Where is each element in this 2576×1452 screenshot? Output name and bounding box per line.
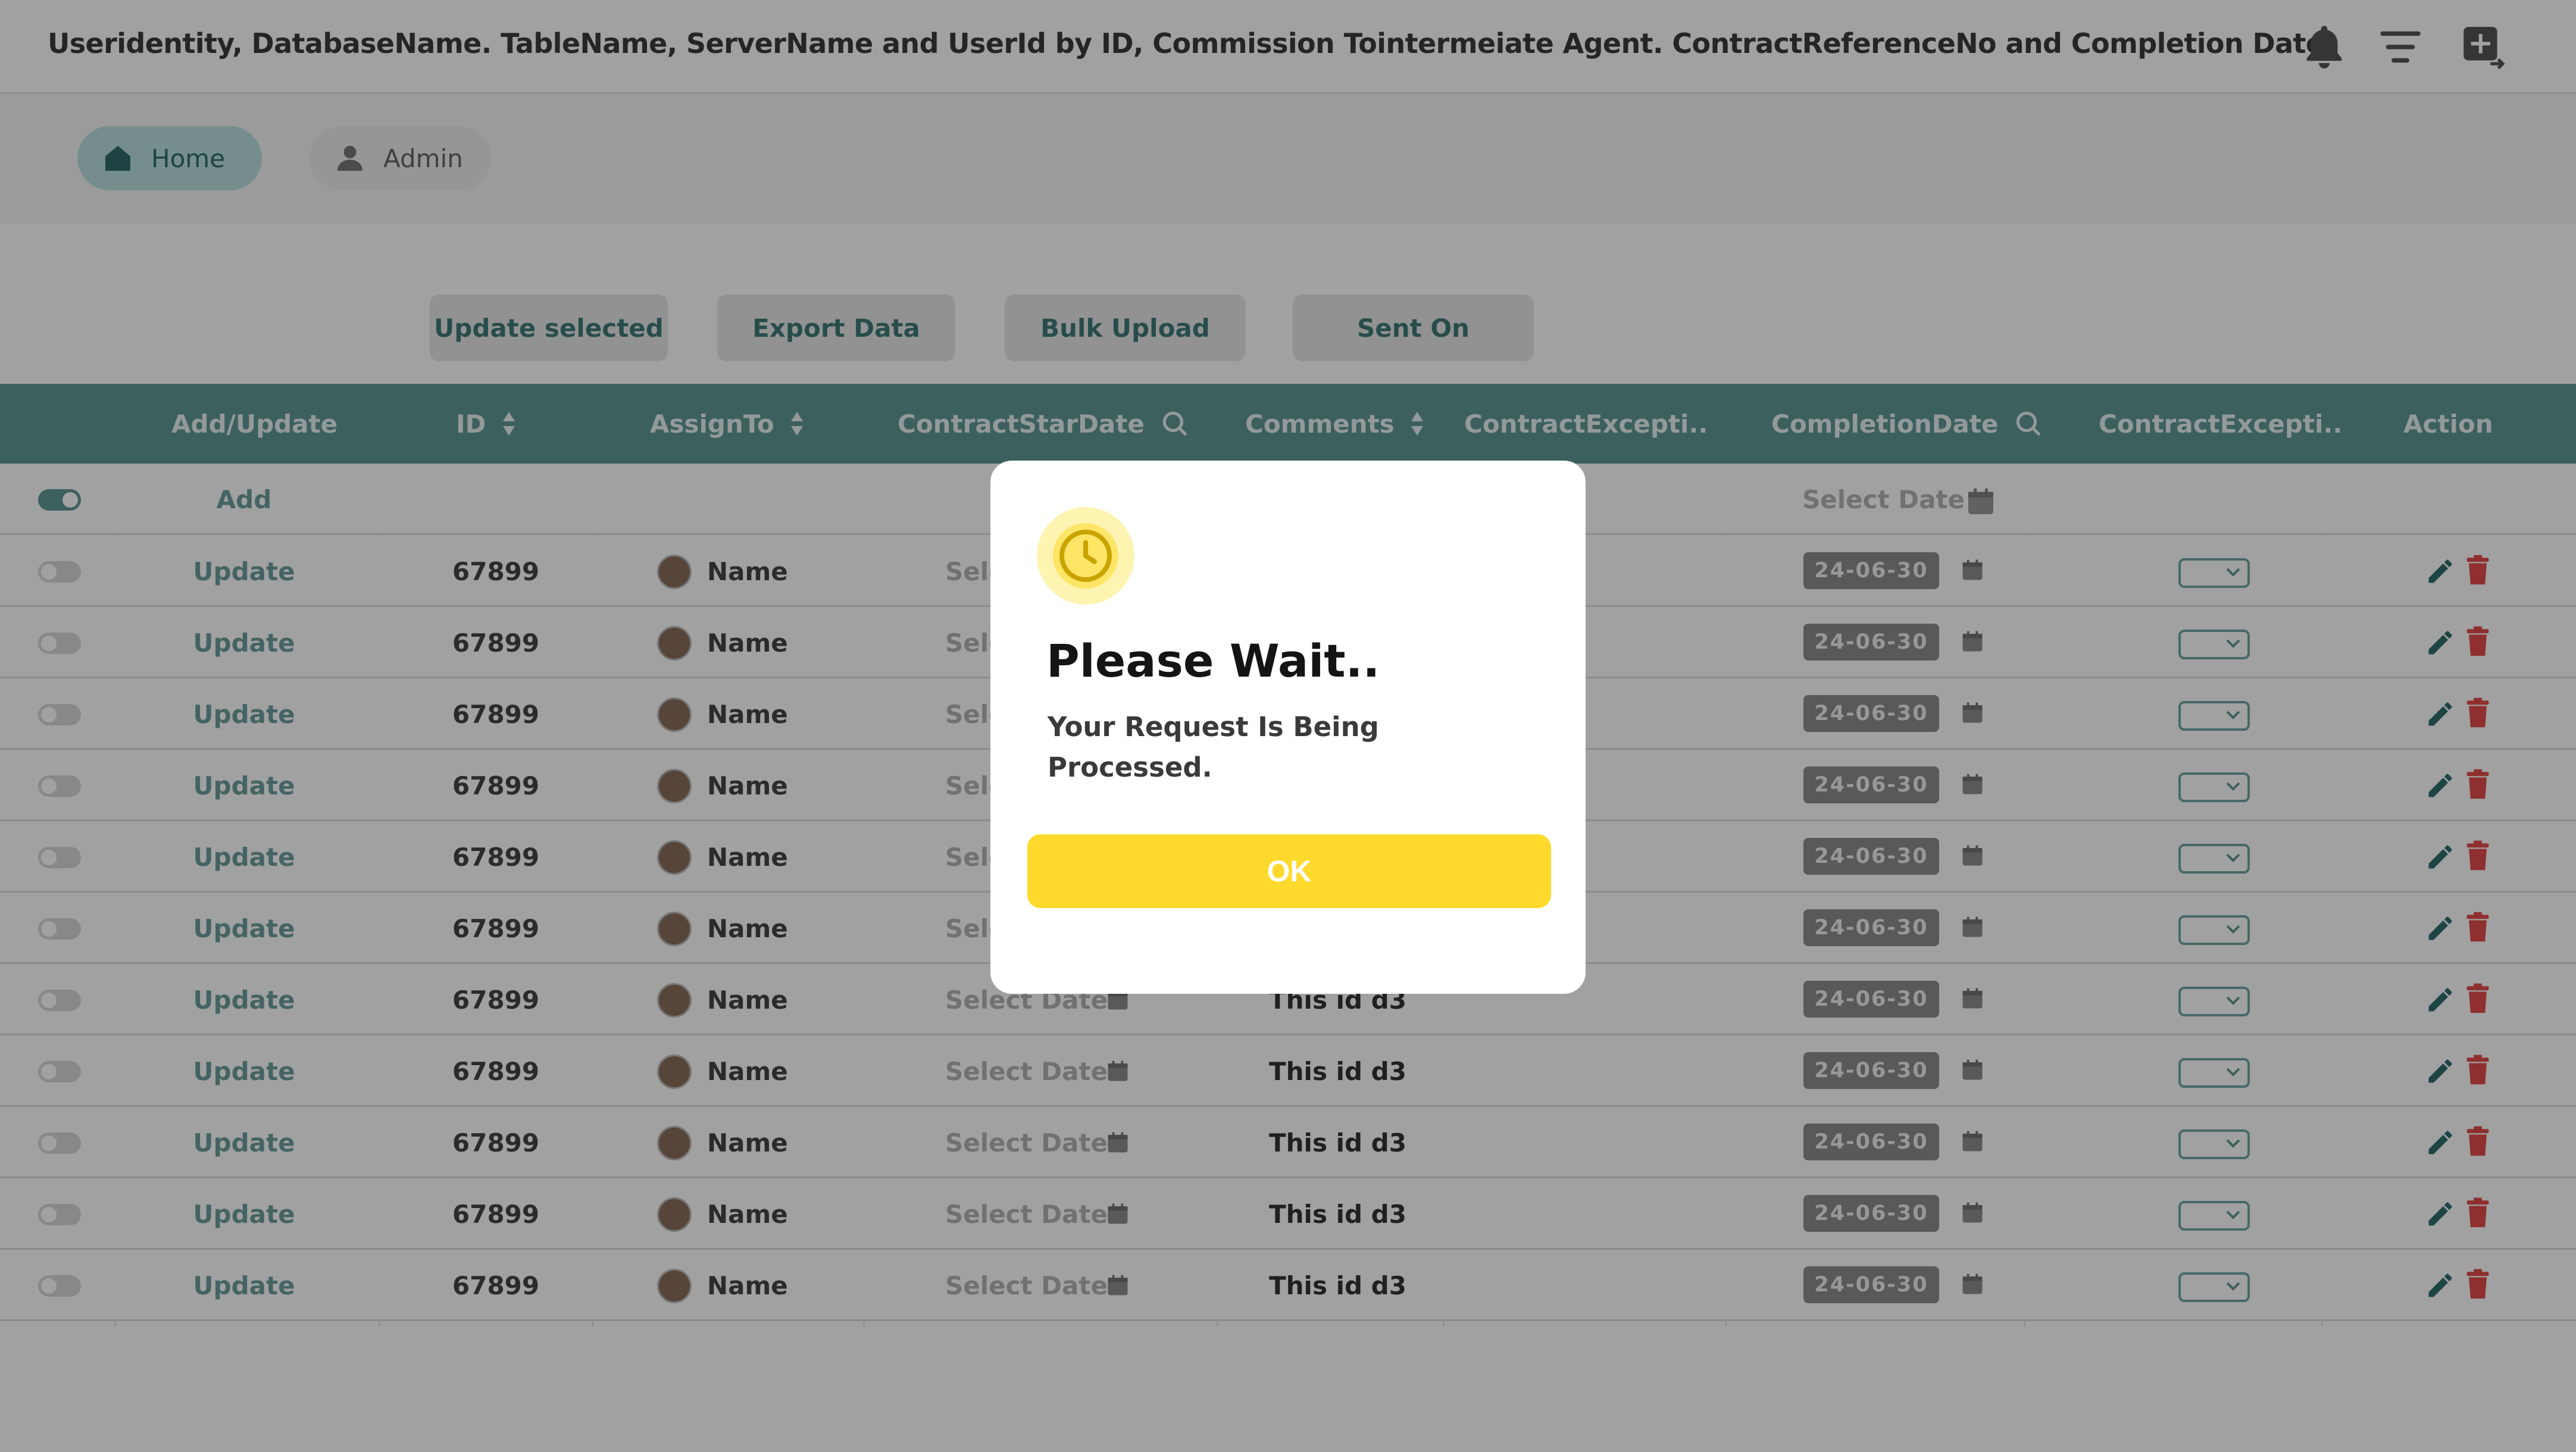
clock-icon xyxy=(1037,507,1134,605)
dialog-title: Please Wait.. xyxy=(1046,634,1380,687)
dialog-message: Your Request Is Being Processed. xyxy=(1048,711,1379,783)
ok-button[interactable]: OK xyxy=(1027,834,1551,908)
processing-dialog: Please Wait.. Your Request Is Being Proc… xyxy=(990,461,1586,994)
